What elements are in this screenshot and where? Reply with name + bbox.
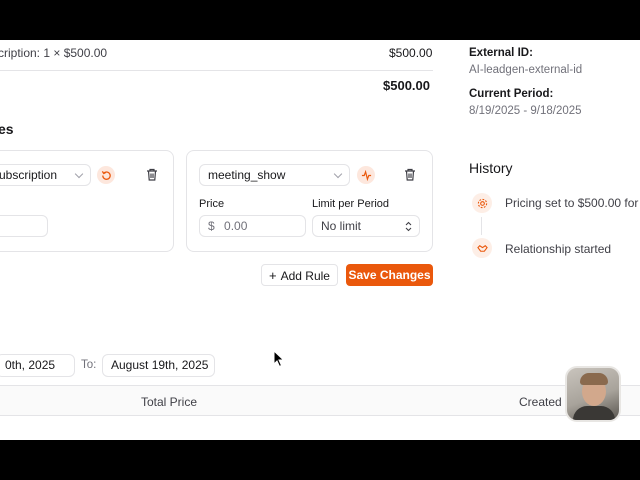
price-label: Price	[199, 198, 225, 210]
column-header-total-price[interactable]: Total Price	[141, 395, 197, 409]
webcam-shirt	[573, 406, 615, 420]
chevron-down-icon	[74, 169, 84, 179]
trash-icon[interactable]	[404, 168, 416, 186]
plus-icon: +	[269, 268, 277, 283]
external-id-value: AI-leadgen-external-id	[469, 64, 583, 76]
column-header-created[interactable]: Created	[519, 395, 562, 409]
limit-label: Limit per Period	[312, 198, 390, 210]
price-input[interactable]: $ 0.00	[199, 215, 306, 237]
history-connector	[481, 217, 482, 235]
rule-left-event-value: ubscription	[0, 168, 58, 182]
activity-icon[interactable]	[357, 166, 375, 184]
price-placeholder: 0.00	[224, 219, 248, 233]
history-item-text: Relationship started	[505, 242, 612, 256]
chevron-down-icon	[333, 169, 343, 179]
rule-card-left: ubscription	[0, 150, 174, 252]
line-item-amount: $500.00	[389, 46, 433, 60]
line-item-label: cription: 1 × $500.00	[0, 46, 108, 60]
reset-icon[interactable]	[97, 166, 115, 184]
summary-divider	[0, 70, 433, 71]
rule-left-event-select[interactable]: ubscription	[0, 164, 91, 186]
history-item-text: Pricing set to $500.00 for M	[505, 196, 640, 210]
date-to-input[interactable]: August 19th, 2025	[102, 354, 215, 377]
limit-value: No limit	[321, 219, 362, 233]
webcam-hair	[580, 373, 608, 385]
history-title: History	[469, 160, 513, 176]
current-period-label: Current Period:	[469, 88, 554, 100]
webcam-overlay	[565, 366, 621, 422]
mouse-cursor-icon	[273, 350, 285, 368]
current-period-value: 8/19/2025 - 9/18/2025	[469, 105, 582, 117]
gear-icon	[472, 193, 492, 213]
app-frame: cription: 1 × $500.00 $500.00 $500.00 es…	[0, 40, 640, 440]
chevron-updown-icon	[405, 221, 412, 232]
external-id-label: External ID:	[469, 47, 533, 59]
limit-select[interactable]: No limit	[312, 215, 420, 237]
rule-left-price-input[interactable]	[0, 215, 48, 237]
table-header: Total Price Created	[0, 385, 640, 416]
total-amount: $500.00	[383, 78, 430, 93]
trash-icon[interactable]	[146, 168, 158, 186]
rules-section-title: es	[0, 121, 14, 137]
currency-prefix: $	[208, 219, 215, 233]
handshake-icon	[472, 238, 492, 258]
add-rule-button[interactable]: + Add Rule	[261, 264, 338, 286]
rule-card-right: meeting_show Price $ 0.00 Limit per Peri…	[186, 150, 433, 252]
rule-right-event-select[interactable]: meeting_show	[199, 164, 350, 186]
rule-right-event-value: meeting_show	[208, 168, 286, 182]
date-to-label: To:	[81, 359, 97, 371]
save-changes-button[interactable]: Save Changes	[346, 264, 433, 286]
date-from-input[interactable]: 0th, 2025	[0, 354, 75, 377]
add-rule-label: Add Rule	[280, 269, 330, 283]
